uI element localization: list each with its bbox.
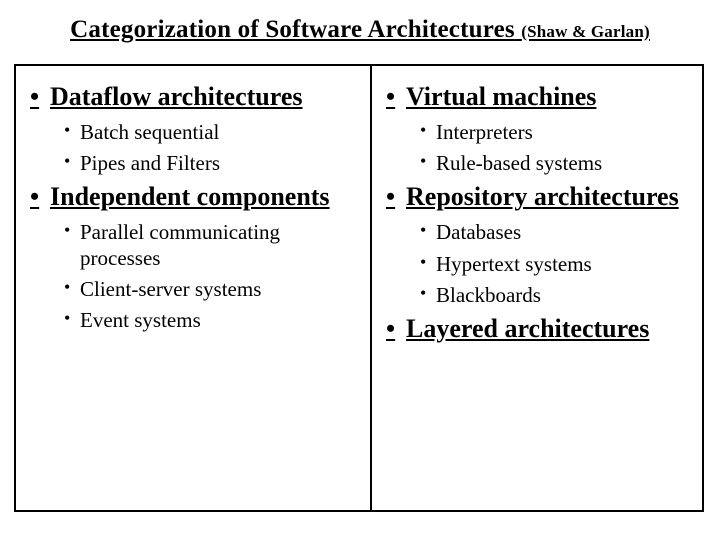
content-columns: • Dataflow architectures • Batch sequent…	[14, 64, 706, 512]
sub-item: • Pipes and Filters	[64, 151, 356, 176]
sub-item: • Client-server systems	[64, 277, 356, 302]
bullet-icon: •	[64, 151, 80, 172]
sub-item: • Event systems	[64, 308, 356, 333]
category-layered: • Layered architectures	[386, 314, 688, 344]
title-main: Categorization of Software Architectures	[70, 16, 515, 43]
category-virtual-machines: • Virtual machines	[386, 82, 688, 112]
right-column: • Virtual machines • Interpreters • Rule…	[370, 64, 704, 512]
bullet-icon: •	[64, 277, 80, 298]
bullet-icon: •	[386, 314, 406, 344]
left-column: • Dataflow architectures • Batch sequent…	[14, 64, 372, 512]
category-independent: • Independent components	[30, 182, 356, 212]
bullet-icon: •	[386, 82, 406, 112]
bullet-icon: •	[420, 151, 436, 172]
sub-item: • Interpreters	[420, 120, 688, 145]
sub-item: • Parallel communicating processes	[64, 220, 356, 270]
category-dataflow: • Dataflow architectures	[30, 82, 356, 112]
category-label: Layered architectures	[406, 314, 649, 344]
sub-item-label: Hypertext systems	[436, 252, 592, 277]
sub-item-label: Batch sequential	[80, 120, 219, 145]
bullet-icon: •	[386, 182, 406, 212]
sub-item-label: Databases	[436, 220, 521, 245]
bullet-icon: •	[30, 82, 50, 112]
bullet-icon: •	[64, 308, 80, 329]
sub-item: • Databases	[420, 220, 688, 245]
bullet-icon: •	[420, 283, 436, 304]
bullet-icon: •	[64, 220, 80, 241]
sub-item: • Blackboards	[420, 283, 688, 308]
slide-title: Categorization of Software Architectures…	[14, 16, 706, 44]
bullet-icon: •	[30, 182, 50, 212]
sub-item-label: Event systems	[80, 308, 201, 333]
category-label: Virtual machines	[406, 82, 596, 112]
category-label: Independent components	[50, 182, 330, 212]
category-repository: • Repository architectures	[386, 182, 688, 212]
sub-item-label: Interpreters	[436, 120, 533, 145]
bullet-icon: •	[64, 120, 80, 141]
category-label: Dataflow architectures	[50, 82, 302, 112]
sub-item-label: Client-server systems	[80, 277, 261, 302]
sub-item: • Batch sequential	[64, 120, 356, 145]
sub-item: • Rule-based systems	[420, 151, 688, 176]
title-attribution: (Shaw & Garlan)	[521, 22, 650, 41]
sub-item-label: Pipes and Filters	[80, 151, 220, 176]
bullet-icon: •	[420, 120, 436, 141]
sub-item-label: Blackboards	[436, 283, 541, 308]
sub-item-label: Rule-based systems	[436, 151, 602, 176]
category-label: Repository architectures	[406, 182, 679, 212]
bullet-icon: •	[420, 220, 436, 241]
sub-item: • Hypertext systems	[420, 252, 688, 277]
bullet-icon: •	[420, 252, 436, 273]
sub-item-label: Parallel communicating processes	[80, 220, 356, 270]
